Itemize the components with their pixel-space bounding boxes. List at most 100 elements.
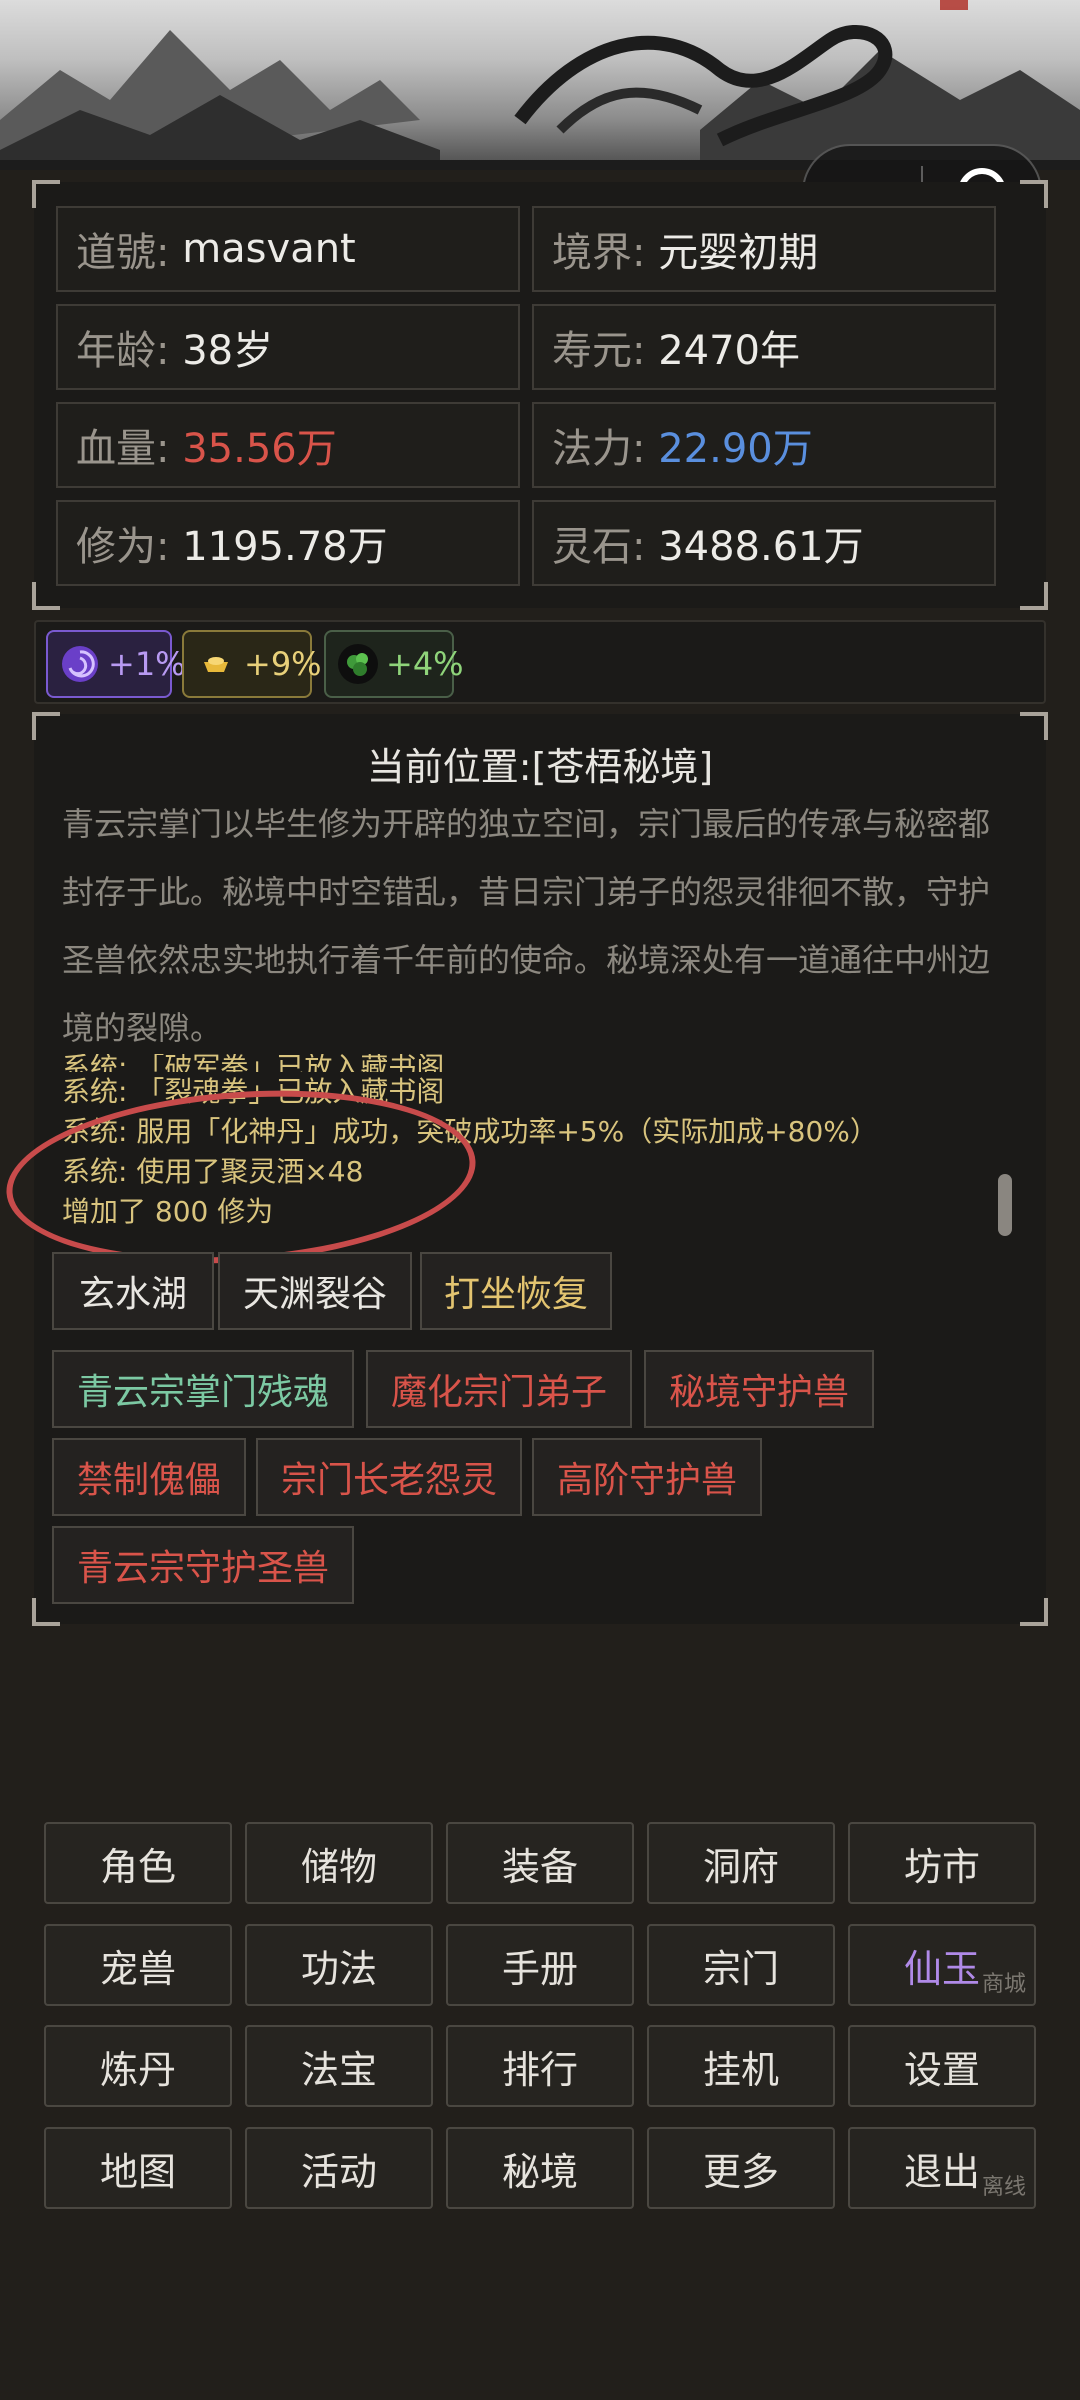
- menu-label: 功法: [300, 1946, 377, 1991]
- menu-market-button[interactable]: 坊市: [848, 1822, 1036, 1904]
- menu-label: 角色: [99, 1844, 176, 1889]
- log-scrollbar[interactable]: [998, 1174, 1012, 1236]
- menu-secret-realm-button[interactable]: 秘境: [446, 2127, 634, 2209]
- stat-label: 道號:: [76, 230, 170, 276]
- npc-button[interactable]: 秘境守护兽: [644, 1350, 874, 1428]
- menu-cave-button[interactable]: 洞府: [647, 1822, 835, 1904]
- stat-realm: 境界: 元婴初期: [532, 206, 996, 292]
- stat-label: 法力:: [552, 426, 646, 472]
- stat-mp: 法力: 22.90万: [532, 402, 996, 488]
- npc-button[interactable]: 宗门长老怨灵: [256, 1438, 522, 1516]
- message-log[interactable]: 系统: 「破军拳」已放入藏书阁 系统: 「裂魂拳」已放入藏书阁 系统: 服用「化…: [62, 1054, 1002, 1259]
- menu-equipment-button[interactable]: 装备: [446, 1822, 634, 1904]
- npc-button[interactable]: 魔化宗门弟子: [366, 1350, 632, 1428]
- menu-label: 法宝: [300, 2047, 377, 2092]
- character-stats-panel: 道號: masvant 境界: 元婴初期 年龄: 38岁 寿元: 2470年 血…: [32, 180, 1048, 610]
- menu-exit-button[interactable]: 退出 离线: [848, 2127, 1036, 2209]
- buff-value: +1%: [108, 645, 186, 683]
- stat-label: 灵石:: [552, 524, 646, 570]
- menu-label: 退出: [903, 2149, 980, 2194]
- stat-label: 年龄:: [76, 328, 170, 374]
- menu-label: 秘境: [501, 2149, 578, 2194]
- menu-pet-button[interactable]: 宠兽: [44, 1924, 232, 2006]
- menu-label: 更多: [702, 2149, 779, 2194]
- menu-sublabel: 商城: [981, 1972, 1026, 1997]
- log-line-partial: 系统: 「破军拳」已放入藏书阁: [62, 1054, 445, 1072]
- meditate-recover-button[interactable]: 打坐恢复: [420, 1252, 612, 1330]
- menu-idle-button[interactable]: 挂机: [647, 2025, 835, 2107]
- log-line: 系统: 服用「化神丹」成功，突破成功率+5%（实际加成+80%）: [62, 1115, 878, 1148]
- stat-label: 修为:: [76, 524, 170, 570]
- menu-storage-button[interactable]: 储物: [245, 1822, 433, 1904]
- buff-badge[interactable]: +4%: [324, 630, 464, 698]
- menu-label: 设置: [903, 2047, 980, 2092]
- menu-events-button[interactable]: 活动: [245, 2127, 433, 2209]
- location-description: 青云宗掌门以毕生修为开辟的独立空间，宗门最后的传承与秘密都封存于此。秘境中时空错…: [62, 805, 991, 1047]
- menu-label: 装备: [501, 1844, 578, 1889]
- menu-label: 宠兽: [99, 1946, 176, 1991]
- menu-skills-button[interactable]: 功法: [245, 1924, 433, 2006]
- stat-value: 38岁: [182, 328, 274, 374]
- green-herb-icon: [338, 644, 378, 684]
- npc-button[interactable]: 禁制傀儡: [52, 1438, 246, 1516]
- menu-sublabel: 离线: [981, 2175, 1026, 2200]
- menu-label: 坊市: [903, 1844, 980, 1889]
- buff-badge[interactable]: +9%: [182, 630, 322, 698]
- log-line: 增加了 800 修为: [62, 1195, 274, 1228]
- menu-more-button[interactable]: 更多: [647, 2127, 835, 2209]
- stat-label: 血量:: [76, 426, 170, 472]
- frame-corner: [1020, 582, 1048, 610]
- stat-value: 1195.78万: [182, 524, 388, 570]
- menu-character-button[interactable]: 角色: [44, 1822, 232, 1904]
- stat-hp: 血量: 35.56万: [56, 402, 520, 488]
- npc-button[interactable]: 青云宗守护圣兽: [52, 1526, 354, 1604]
- menu-label: 挂机: [702, 2047, 779, 2092]
- menu-sect-button[interactable]: 宗门: [647, 1924, 835, 2006]
- purple-orb-icon: [60, 644, 100, 684]
- menu-settings-button[interactable]: 设置: [848, 2025, 1036, 2107]
- menu-label: 手册: [501, 1946, 578, 1991]
- frame-corner: [1020, 1598, 1048, 1626]
- stat-lifespan: 寿元: 2470年: [532, 304, 996, 390]
- gold-ingot-icon: [196, 644, 236, 684]
- location-panel: 当前位置:[苍梧秘境] 青云宗掌门以毕生修为开辟的独立空间，宗门最后的传承与秘密…: [0, 712, 1048, 1626]
- log-line: 系统: 使用了聚灵酒×48: [62, 1155, 364, 1188]
- exit-button-xuanshui-lake[interactable]: 玄水湖: [52, 1252, 214, 1330]
- menu-handbook-button[interactable]: 手册: [446, 1924, 634, 2006]
- stat-value: 35.56万: [182, 426, 337, 472]
- buff-bar: +1% +9% +4%: [34, 620, 1046, 704]
- menu-label: 仙玉: [903, 1946, 980, 1991]
- menu-jade-shop-button[interactable]: 仙玉 商城: [848, 1924, 1036, 2006]
- menu-label: 洞府: [702, 1844, 779, 1889]
- buff-value: +9%: [244, 645, 322, 683]
- stat-value: 元婴初期: [658, 230, 819, 276]
- buff-badge[interactable]: +1%: [46, 630, 186, 698]
- npc-button[interactable]: 青云宗掌门残魂: [52, 1350, 354, 1428]
- stat-label: 寿元:: [552, 328, 646, 374]
- stat-value: 3488.61万: [658, 524, 864, 570]
- stat-label: 境界:: [552, 230, 646, 276]
- frame-corner: [1020, 180, 1048, 208]
- frame-corner: [32, 582, 60, 610]
- log-line: 系统: 「裂魂拳」已放入藏书阁: [62, 1075, 445, 1108]
- menu-label: 储物: [300, 1844, 377, 1889]
- location-title: 当前位置:[苍梧秘境]: [366, 745, 714, 789]
- stat-age: 年龄: 38岁: [56, 304, 520, 390]
- stat-spirit-stones: 灵石: 3488.61万: [532, 500, 996, 586]
- menu-label: 炼丹: [99, 2047, 176, 2092]
- menu-label: 宗门: [702, 1946, 779, 1991]
- stat-value: 2470年: [658, 328, 800, 374]
- menu-label: 活动: [300, 2149, 377, 2194]
- menu-ranking-button[interactable]: 排行: [446, 2025, 634, 2107]
- menu-label: 排行: [501, 2047, 578, 2092]
- buff-value: +4%: [386, 645, 464, 683]
- stat-value: 22.90万: [658, 426, 813, 472]
- menu-alchemy-button[interactable]: 炼丹: [44, 2025, 232, 2107]
- npc-button[interactable]: 高阶守护兽: [532, 1438, 762, 1516]
- menu-label: 地图: [99, 2149, 176, 2194]
- exit-button-tianyuan-rift[interactable]: 天渊裂谷: [218, 1252, 412, 1330]
- menu-map-button[interactable]: 地图: [44, 2127, 232, 2209]
- menu-artifact-button[interactable]: 法宝: [245, 2025, 433, 2107]
- frame-corner: [32, 180, 60, 208]
- stat-daohao: 道號: masvant: [56, 206, 520, 292]
